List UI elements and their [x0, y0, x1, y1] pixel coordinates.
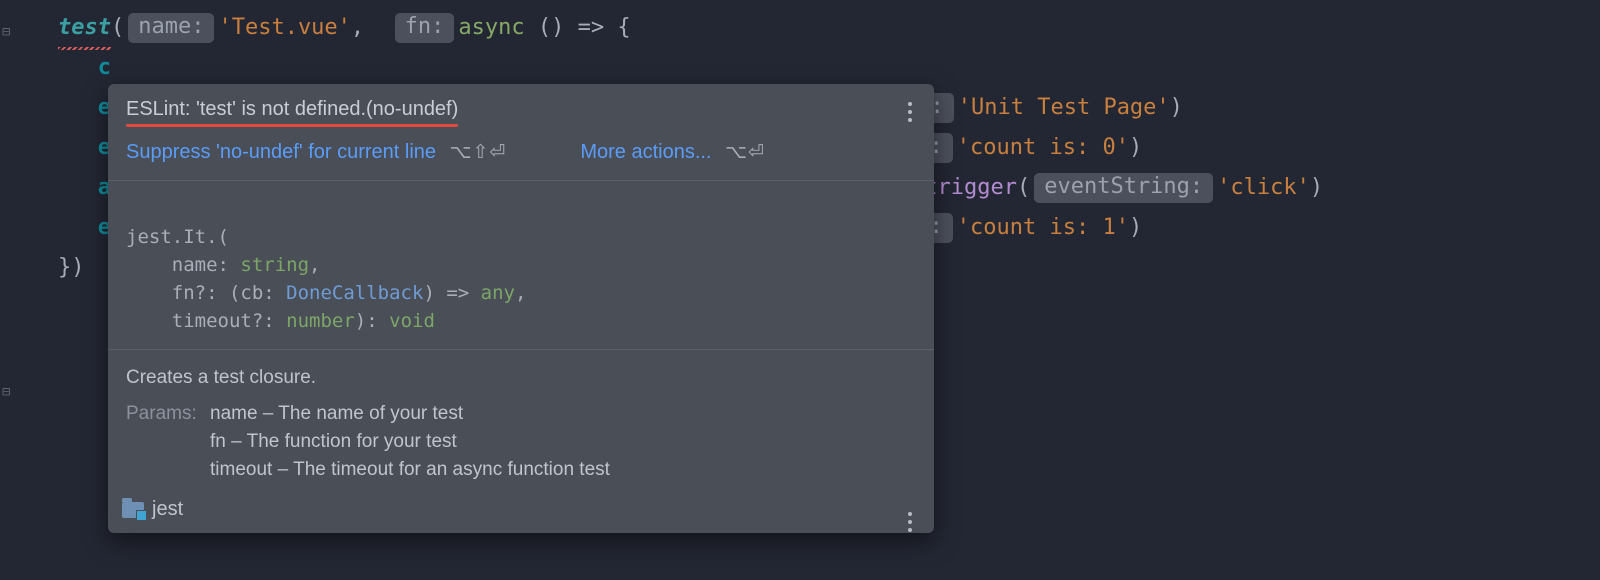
doc-param: timeout – The timeout for an async funct… — [210, 456, 916, 484]
doc-param: name – The name of your test — [210, 400, 916, 428]
string-literal: 'count is: 0' — [957, 128, 1129, 168]
code-fragment: c — [98, 48, 111, 88]
tooltip-title: ESLint: 'test' is not defined.(no-undef) — [126, 98, 458, 121]
annotation-underline — [126, 124, 458, 127]
inlay-hint: fn: — [395, 13, 455, 43]
inlay-hint: eventString: — [1034, 173, 1213, 203]
kebab-menu-icon[interactable] — [900, 508, 920, 533]
string-literal: 'Test.vue' — [218, 8, 350, 48]
fold-marker-icon[interactable]: ⊟ — [2, 12, 10, 52]
tooltip-footer: jest — [108, 494, 934, 533]
shortcut-hint: ⌥⏎ — [725, 142, 765, 163]
kebab-menu-icon[interactable] — [900, 98, 920, 126]
string-literal: 'Unit Test Page' — [958, 88, 1170, 128]
params-label: Params: — [126, 400, 210, 428]
more-actions-link[interactable]: More actions... — [580, 141, 711, 163]
doc-block: Creates a test closure. Params: name – T… — [108, 350, 934, 494]
folder-icon — [122, 502, 144, 518]
keyword: async — [458, 8, 524, 48]
string-literal: 'count is: 1' — [957, 208, 1129, 248]
error-tooltip: ESLint: 'test' is not defined.(no-undef)… — [108, 84, 934, 533]
function-name[interactable]: test — [58, 8, 111, 48]
tooltip-title-text: ESLint: 'test' is not defined.(no-undef) — [126, 98, 458, 120]
method-name: trigger — [924, 168, 1017, 208]
code-line: c — [30, 48, 1600, 88]
shortcut-hint: ⌥⇧⏎ — [450, 142, 507, 163]
inlay-hint: name: — [128, 13, 214, 43]
code-line: test ( name: 'Test.vue' , fn: async () =… — [30, 8, 1600, 48]
tooltip-actions: Suppress 'no-undef' for current line ⌥⇧⏎… — [108, 127, 934, 180]
doc-param: fn – The function for your test — [210, 428, 916, 456]
doc-summary: Creates a test closure. — [126, 364, 916, 392]
string-literal: 'click' — [1217, 168, 1310, 208]
fold-marker-icon[interactable]: ⊟ — [2, 372, 10, 412]
package-label: jest — [152, 498, 183, 521]
code-fragment: }) — [58, 248, 85, 288]
signature-block: jest.It.( name: string, fn?: (cb: DoneCa… — [108, 180, 934, 350]
suppress-link[interactable]: Suppress 'no-undef' for current line — [126, 141, 436, 163]
